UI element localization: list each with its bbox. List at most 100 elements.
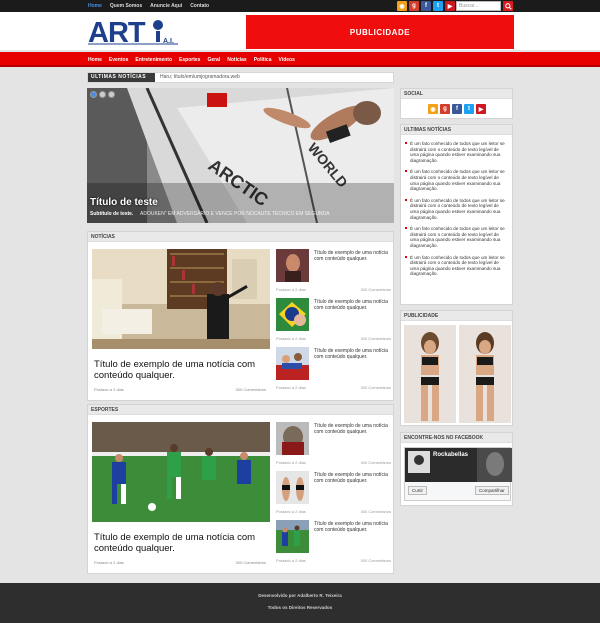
item-meta: Postado a 2 dias 300 Comentários <box>276 509 391 514</box>
top-nav-anuncie[interactable]: Anuncie Aqui <box>150 2 182 10</box>
facebook-icon[interactable]: f <box>452 104 462 114</box>
list-item[interactable]: Título de exemplo de uma notícia com con… <box>276 298 391 345</box>
comment-count[interactable]: 300 Comentários <box>361 558 391 563</box>
youtube-icon[interactable]: ▶ <box>445 1 455 11</box>
item-thumbnail[interactable] <box>276 298 309 331</box>
header-ad-banner[interactable]: PUBLICIDADE <box>246 15 514 49</box>
nav-home[interactable]: Home <box>88 57 102 63</box>
item-title[interactable]: Título de exemplo de uma notícia com con… <box>314 472 390 484</box>
sidebar-ad-image-1[interactable] <box>404 325 456 423</box>
main-nav: Home Eventos Entretenimento Esportes Ger… <box>0 52 600 67</box>
ticker-text[interactable]: Haru; título/em/umjogramadora.web <box>160 73 240 82</box>
item-title[interactable]: Título de exemplo de uma notícia com con… <box>314 299 390 311</box>
item-meta: Postado a 2 dias 300 Comentários <box>276 460 391 465</box>
nav-politica[interactable]: Política <box>254 57 272 63</box>
item-title[interactable]: Título de exemplo de uma notícia com con… <box>314 423 390 435</box>
comment-count[interactable]: 300 Comentários <box>361 385 391 390</box>
comment-count[interactable]: 300 Comentários <box>361 287 391 292</box>
slide-subtitle: Subtítulo de teste. <box>90 211 134 217</box>
top-nav-home[interactable]: Home <box>88 2 102 10</box>
search-button[interactable] <box>503 1 513 11</box>
sidebar-social: SOCIAL ◉ g f t ▶ <box>400 88 513 119</box>
twitter-icon[interactable]: t <box>433 1 443 11</box>
comment-count[interactable]: 300 Comentários <box>361 336 391 341</box>
item-meta: Postado a 2 dias 300 Comentários <box>276 287 391 292</box>
nav-geral[interactable]: Geral <box>207 57 220 63</box>
slider-dot[interactable] <box>99 91 106 98</box>
sidebar-ad-image-2[interactable] <box>459 325 511 423</box>
nav-noticias[interactable]: Notícias <box>227 57 246 63</box>
sidebar-ad: PUBLICIDADE <box>400 310 513 426</box>
sidebar-facebook-heading: ENCONTRE-NOS NO FACEBOOK <box>401 433 512 443</box>
news-section: NOTÍCIAS Título de exemplo de uma notíci… <box>87 231 394 401</box>
sidebar-social-icons: ◉ g f t ▶ <box>401 99 512 114</box>
list-item[interactable]: Título de exemplo de uma notícia com con… <box>276 471 391 518</box>
item-thumbnail[interactable] <box>276 249 309 282</box>
top-bar: Home Quem Somos Anuncie Aqui Contato ◉ g… <box>0 0 600 12</box>
facebook-icon[interactable]: f <box>421 1 431 11</box>
site-logo[interactable]: ART A.I. <box>88 17 184 49</box>
slide-overlay-text: ADOUKEN" EM ADVERSÁRIO E VENCE POR NOCAU… <box>140 211 330 217</box>
top-nav: Home Quem Somos Anuncie Aqui Contato <box>88 2 209 10</box>
facebook-page-name[interactable]: Rockabellas <box>433 452 468 458</box>
item-thumbnail[interactable] <box>276 347 309 380</box>
latest-item[interactable]: É um fato conhecido de todos que um leit… <box>401 169 512 191</box>
sidebar-latest-heading: ULTIMAS NOTÍCIAS <box>401 125 512 135</box>
search-input[interactable]: Buscar... <box>456 1 501 11</box>
facebook-widget[interactable]: Rockabellas Curtir Compartilhar <box>404 447 512 501</box>
item-title[interactable]: Título de exemplo de uma notícia com con… <box>314 521 390 533</box>
google-plus-icon[interactable]: g <box>409 1 419 11</box>
sidebar-latest: ULTIMAS NOTÍCIAS É um fato conhecido de … <box>400 124 513 305</box>
youtube-icon[interactable]: ▶ <box>476 104 486 114</box>
comment-count[interactable]: 300 Comentários <box>361 509 391 514</box>
rss-icon[interactable]: ◉ <box>428 104 438 114</box>
sidebar-ad-heading: PUBLICIDADE <box>401 311 512 321</box>
slider-dot[interactable] <box>90 91 97 98</box>
footer-rights: Todos os Direitos Reservados <box>267 605 333 610</box>
list-item[interactable]: Título de exemplo de uma notícia com con… <box>276 347 391 394</box>
search-icon <box>504 2 512 10</box>
footer-credit: Desenvolvido por Adalberto R. Teixeira <box>258 593 342 598</box>
news-big-title[interactable]: Título de exemplo de uma notícia com con… <box>94 359 272 381</box>
logo-text: ART <box>88 17 146 45</box>
ticker-label: ULTIMAS NOTÍCIAS <box>88 73 155 82</box>
item-title[interactable]: Título de exemplo de uma notícia com con… <box>314 250 390 262</box>
post-date: Postado a 2 dias <box>276 460 306 465</box>
slider-dots <box>90 91 115 98</box>
nav-eventos[interactable]: Eventos <box>109 57 128 63</box>
list-item[interactable]: Título de exemplo de uma notícia com con… <box>276 422 391 469</box>
facebook-share-button[interactable]: Compartilhar <box>475 486 509 495</box>
comment-count[interactable]: 300 Comentários <box>236 387 266 392</box>
latest-item[interactable]: É um fato conhecido de todos que um leit… <box>401 198 512 220</box>
item-thumbnail[interactable] <box>276 422 309 455</box>
nav-esportes[interactable]: Esportes <box>179 57 200 63</box>
sports-big-image[interactable] <box>92 422 270 522</box>
news-section-heading: NOTÍCIAS <box>88 232 393 242</box>
comment-count[interactable]: 300 Comentários <box>236 560 266 565</box>
list-item[interactable]: Título de exemplo de uma notícia com con… <box>276 520 391 567</box>
nav-videos[interactable]: Vídeos <box>278 57 294 63</box>
comment-count[interactable]: 300 Comentários <box>361 460 391 465</box>
twitter-icon[interactable]: t <box>464 104 474 114</box>
latest-item[interactable]: É um fato conhecido de todos que um leit… <box>401 255 512 277</box>
news-big-image[interactable] <box>92 249 270 349</box>
slide-title[interactable]: Título de teste <box>90 197 158 208</box>
item-meta: Postado a 2 dias 300 Comentários <box>276 558 391 563</box>
top-social-icons: ◉ g f t ▶ <box>397 1 455 11</box>
item-title[interactable]: Título de exemplo de uma notícia com con… <box>314 348 390 360</box>
google-plus-icon[interactable]: g <box>440 104 450 114</box>
sidebar-social-heading: SOCIAL <box>401 89 512 99</box>
item-thumbnail[interactable] <box>276 471 309 504</box>
top-nav-quem-somos[interactable]: Quem Somos <box>110 2 142 10</box>
nav-entretenimento[interactable]: Entretenimento <box>135 57 172 63</box>
sports-big-meta: Postado a 2 dias 300 Comentários <box>94 560 266 565</box>
list-item[interactable]: Título de exemplo de uma notícia com con… <box>276 249 391 296</box>
latest-item[interactable]: É um fato conhecido de todos que um leit… <box>401 226 512 248</box>
item-thumbnail[interactable] <box>276 520 309 553</box>
latest-item[interactable]: É um fato conhecido de todos que um leit… <box>401 141 512 163</box>
facebook-like-button[interactable]: Curtir <box>408 486 427 495</box>
slider-dot[interactable] <box>108 91 115 98</box>
top-nav-contato[interactable]: Contato <box>190 2 209 10</box>
rss-icon[interactable]: ◉ <box>397 1 407 11</box>
sports-big-title[interactable]: Título de exemplo de uma notícia com con… <box>94 532 272 554</box>
